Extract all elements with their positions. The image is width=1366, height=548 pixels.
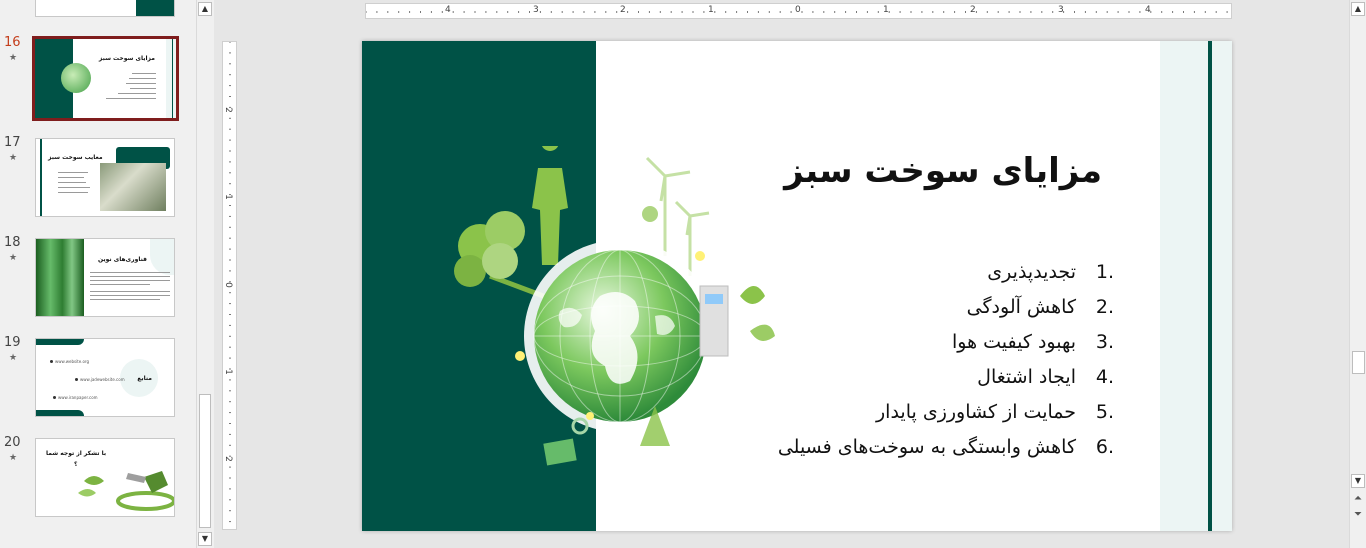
slide-number-16: 16 xyxy=(4,35,21,50)
slide-thumbnail-15[interactable] xyxy=(35,0,175,17)
scroll-up-arrow-icon[interactable]: ▲ xyxy=(1351,2,1365,16)
slide-thumbnail-19[interactable]: منابع www.website.org www.jadewebsite.co… xyxy=(35,338,175,417)
slide-bullet-list[interactable]: 1. تجدیدپذیری 2. کاهش آلودگی 3. بهبود کیفیت… xyxy=(778,258,1114,468)
thumbnail-scrollbar-thumb[interactable] xyxy=(199,394,211,528)
ruler-label: 3 xyxy=(1058,5,1064,15)
vertical-ruler[interactable]: 2 1 0 1 2 xyxy=(222,41,237,530)
ruler-label: 2 xyxy=(970,5,976,15)
next-slide-icon[interactable]: ⏷ xyxy=(1354,510,1362,520)
slide-canvas[interactable]: مزایای سوخت سبز 1. تجدیدپذیری 2. کاهش آلود… xyxy=(362,41,1232,531)
star-icon: ★ xyxy=(9,153,18,163)
thumb-title: با تشکر از توجه شما xyxy=(46,450,107,457)
ruler-label: 4 xyxy=(445,5,451,15)
scroll-down-arrow-icon[interactable]: ▼ xyxy=(1351,474,1365,488)
list-item[interactable]: 3. بهبود کیفیت هوا xyxy=(778,328,1114,363)
slide-thumbnail-17[interactable]: معایب سوخت سبز xyxy=(35,138,175,217)
star-icon: ★ xyxy=(9,253,18,263)
slide-thumbnail-20[interactable]: با تشکر از توجه شما ؟ xyxy=(35,438,175,517)
ruler-label: 1 xyxy=(222,369,233,375)
ruler-label: 0 xyxy=(222,282,233,288)
slide-scrollbar-thumb[interactable] xyxy=(1352,351,1365,374)
slide-number-19: 19 xyxy=(4,335,21,350)
ruler-label: 3 xyxy=(533,5,539,15)
thumb-globe-icon xyxy=(61,63,91,93)
ruler-label: 2 xyxy=(222,456,233,462)
slide-right-panel xyxy=(1160,41,1232,531)
previous-slide-icon[interactable]: ⏶ xyxy=(1354,494,1362,504)
thumb-title: مزایای سوخت سبز xyxy=(98,55,155,62)
slide-accent-bar xyxy=(1208,41,1212,531)
slide-number-17: 17 xyxy=(4,135,21,150)
ruler-label: 1 xyxy=(708,5,714,15)
ruler-label: 4 xyxy=(1145,5,1151,15)
star-icon: ★ xyxy=(9,453,18,463)
scroll-up-arrow-icon[interactable]: ▲ xyxy=(198,2,212,16)
ruler-label: 1 xyxy=(883,5,889,15)
horizontal-ruler[interactable]: 4 3 2 1 0 1 2 3 4 xyxy=(365,3,1232,19)
thumb-title: فناوری‌های نوین xyxy=(98,256,147,263)
ruler-label: 0 xyxy=(795,5,801,15)
slide-thumbnail-pane: 16 ★ مزایای سوخت سبز 17 ★ معایب سوخت سبز… xyxy=(0,0,196,548)
slide-title[interactable]: مزایای سوخت سبز xyxy=(784,151,1102,191)
thumb-green-block xyxy=(136,0,174,16)
slide-number-18: 18 xyxy=(4,235,21,250)
thumb-title: معایب سوخت سبز xyxy=(48,154,103,161)
person-silhouette-icon xyxy=(532,146,568,265)
flower-icon xyxy=(642,206,658,222)
recycle-bin-icon xyxy=(543,438,577,466)
ruler-label: 2 xyxy=(222,107,233,113)
green-earth-illustration[interactable] xyxy=(450,146,790,486)
slide-number-20: 20 xyxy=(4,435,21,450)
slide-thumbnail-18[interactable]: فناوری‌های نوین xyxy=(35,238,175,317)
ruler-label: 1 xyxy=(222,194,233,200)
thumbnail-scrollbar[interactable]: ▲ ▼ xyxy=(196,0,214,548)
list-item[interactable]: 6. کاهش وابستگی به سوخت‌های فسیلی xyxy=(778,433,1114,468)
slide-thumbnail-16[interactable]: مزایای سوخت سبز xyxy=(32,36,179,121)
ruler-label: 2 xyxy=(620,5,626,15)
fuel-nozzle-icon xyxy=(78,471,174,511)
thumb-money-image xyxy=(100,163,166,211)
list-item[interactable]: 5. حمایت از کشاورزی پایدار xyxy=(778,398,1114,433)
list-item[interactable]: 1. تجدیدپذیری xyxy=(778,258,1114,293)
star-icon: ★ xyxy=(9,353,18,363)
thumb-bamboo-image xyxy=(36,239,84,316)
star-icon: ★ xyxy=(9,53,18,63)
list-item[interactable]: 4. ایجاد اشتغال xyxy=(778,363,1114,398)
slide-scrollbar[interactable]: ▲ ▼ ⏶ ⏷ xyxy=(1349,0,1366,548)
thumb-title: منابع xyxy=(137,375,152,382)
scroll-down-arrow-icon[interactable]: ▼ xyxy=(198,532,212,546)
list-item[interactable]: 2. کاهش آلودگی xyxy=(778,293,1114,328)
